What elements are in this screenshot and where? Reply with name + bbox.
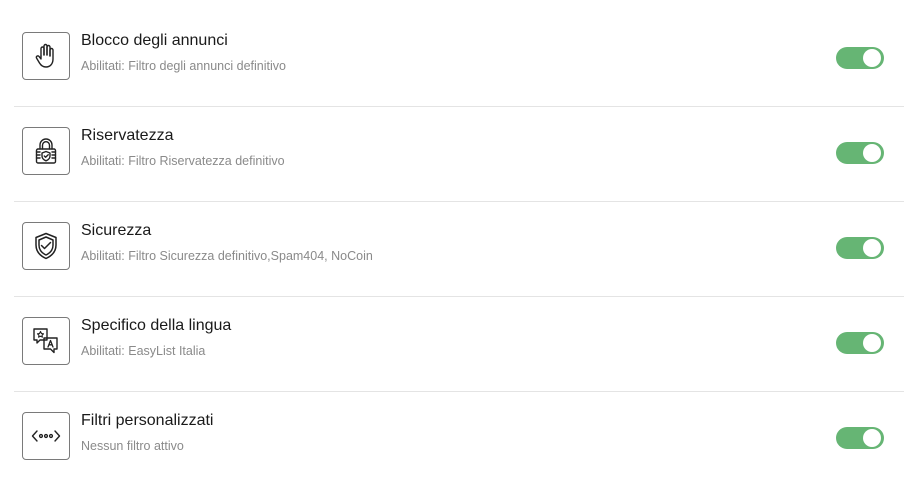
filter-subtitle: Nessun filtro attivo	[81, 439, 184, 453]
code-brackets-icon	[22, 412, 70, 460]
filter-list: Blocco degli annunci Abilitati: Filtro d…	[14, 12, 904, 486]
filter-row-custom[interactable]: Filtri personalizzati Nessun filtro atti…	[14, 392, 904, 486]
filter-title: Filtri personalizzati	[81, 412, 214, 429]
privacy-toggle[interactable]	[836, 142, 884, 164]
language-toggle[interactable]	[836, 332, 884, 354]
security-toggle[interactable]	[836, 237, 884, 259]
custom-filters-toggle[interactable]	[836, 427, 884, 449]
lock-shield-icon	[22, 127, 70, 175]
filter-row-privacy[interactable]: Riservatezza Abilitati: Filtro Riservate…	[14, 107, 904, 202]
hand-stop-icon	[22, 32, 70, 80]
filter-title: Sicurezza	[81, 222, 152, 239]
filter-subtitle: Abilitati: Filtro degli annunci definiti…	[81, 59, 286, 73]
toggle-knob	[863, 429, 881, 447]
shield-check-icon	[22, 222, 70, 270]
filter-title: Blocco degli annunci	[81, 32, 228, 49]
filter-subtitle: Abilitati: Filtro Riservatezza definitiv…	[81, 154, 285, 168]
filter-title: Riservatezza	[81, 127, 174, 144]
toggle-knob	[863, 144, 881, 162]
toggle-knob	[863, 334, 881, 352]
filter-row-ad-blocking[interactable]: Blocco degli annunci Abilitati: Filtro d…	[14, 12, 904, 107]
filter-title: Specifico della lingua	[81, 317, 232, 334]
filter-row-security[interactable]: Sicurezza Abilitati: Filtro Sicurezza de…	[14, 202, 904, 297]
toggle-knob	[863, 239, 881, 257]
filter-subtitle: Abilitati: Filtro Sicurezza definitivo,S…	[81, 249, 373, 263]
language-translate-icon	[22, 317, 70, 365]
filter-subtitle: Abilitati: EasyList Italia	[81, 344, 206, 358]
filter-row-language[interactable]: Specifico della lingua Abilitati: EasyLi…	[14, 297, 904, 392]
ad-blocking-toggle[interactable]	[836, 47, 884, 69]
toggle-knob	[863, 49, 881, 67]
